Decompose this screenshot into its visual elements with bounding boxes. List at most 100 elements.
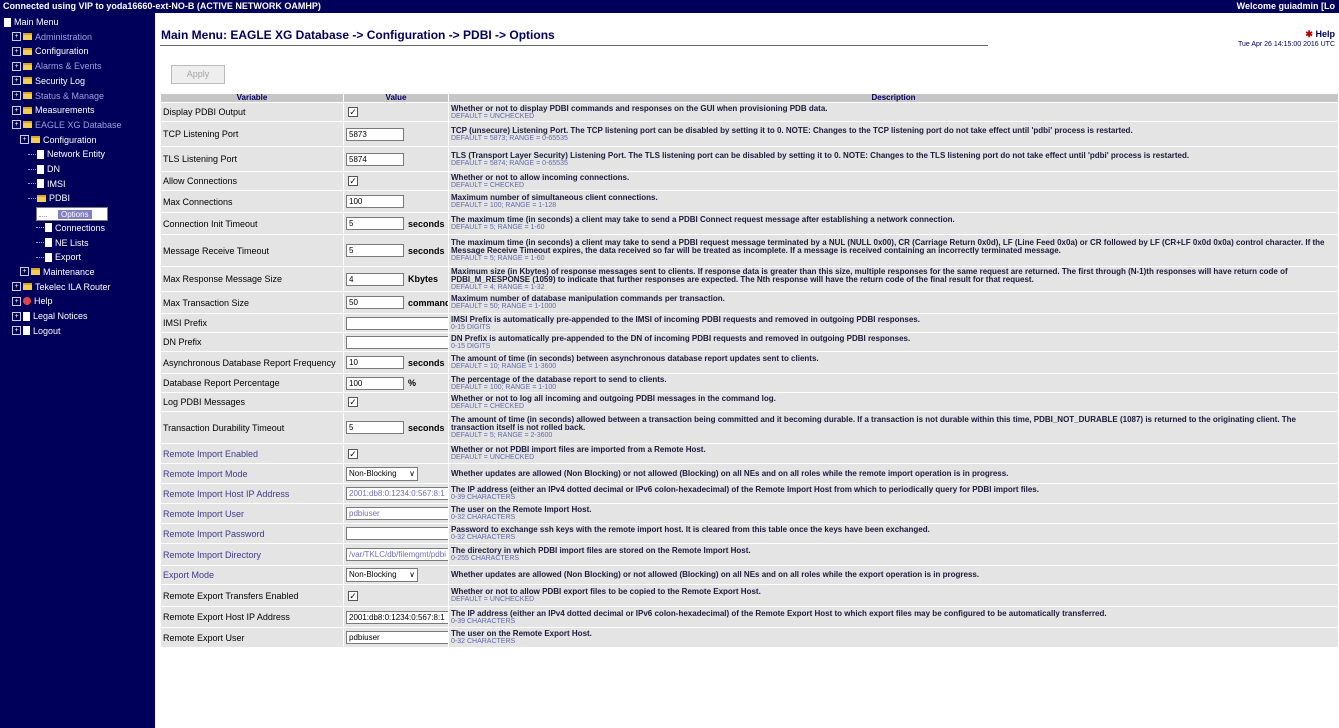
value-cell: 4 Kbytes [344,267,448,291]
sidebar-item[interactable]: + Security Log [12,75,85,87]
expand-toggle-icon[interactable]: + [12,120,21,130]
description-cell: The user on the Remote Import Host. 0-32 … [449,504,1338,523]
tree-connector [36,256,44,258]
description-text: The directory in which PDBI import files… [451,546,751,555]
option-checkbox[interactable]: ✓ [348,448,358,459]
apply-button[interactable]: Apply [171,65,225,84]
sidebar-item[interactable]: PDBI [28,192,70,204]
description-cell: The directory in which PDBI import files… [449,544,1338,565]
description-default: DEFAULT = 5; RANGE = 2-3600 [451,432,553,439]
option-input[interactable]: 100 [346,195,404,208]
description-default: DEFAULT = 5; RANGE = 1-60 [451,224,545,231]
table-header-row: Variable Value Description [161,94,1338,102]
table-row: Message Receive Timeout 5 seconds The maxim… [161,235,1338,266]
sidebar-item[interactable]: + Measurements [12,104,95,116]
option-input[interactable] [346,335,448,349]
page-icon [37,149,44,159]
option-input[interactable]: 2001:db8:0:1234:0:567:8:1 [346,487,448,500]
column-header-value: Value [344,94,448,102]
expand-toggle-icon[interactable]: + [12,296,21,306]
sidebar-item[interactable]: + Status & Manage [12,90,104,102]
variable-name: Remote Import Directory [161,544,343,565]
description-text: Whether or not to allow incoming connect… [451,172,630,182]
variable-name: DN Prefix [161,333,343,351]
sidebar-item[interactable]: + Configuration [20,134,97,146]
sidebar-item-label: Security Log [35,75,86,86]
table-row: Remote Import Mode Non-Blocking ∨ Whether u… [161,464,1338,483]
option-select[interactable]: Non-Blocking ∨ [346,568,418,582]
expand-toggle-icon[interactable]: + [20,135,29,145]
expand-toggle-icon[interactable]: + [12,61,21,71]
option-input[interactable]: 2001:db8:0:1234:0:567:8:1 [346,610,448,624]
description-text: Whether or not to display PDBI commands … [451,103,828,113]
sidebar-item[interactable]: + Alarms & Events [12,60,102,72]
sidebar-item-label: Help [34,296,53,307]
sidebar-item[interactable]: NE Lists [36,237,89,249]
table-row: Remote Export Host IP Address 2001:db8:0:… [161,607,1338,627]
option-input[interactable]: 5873 [346,127,404,141]
sidebar-item[interactable]: Options [36,207,108,222]
sidebar-item[interactable]: IMSI [28,178,66,190]
expand-toggle-icon[interactable]: + [12,76,21,86]
unit-label: seconds [408,218,445,229]
expand-toggle-icon[interactable]: + [12,311,21,321]
option-input[interactable] [346,527,448,540]
option-select[interactable]: Non-Blocking ∨ [346,466,418,481]
expand-toggle-icon[interactable]: + [12,105,21,115]
folder-icon [23,92,32,99]
option-checkbox[interactable]: ✓ [348,590,358,601]
expand-toggle-icon[interactable]: + [12,282,21,292]
sidebar-item[interactable]: + Maintenance [20,266,95,278]
sidebar-item[interactable]: + Tekelec ILA Router [12,281,111,293]
help-link[interactable]: ✱ Help [1305,29,1335,40]
option-input[interactable]: 100 [346,376,404,390]
expand-toggle-icon[interactable]: + [12,32,21,42]
description-text: The IP address (either an IPv4 dotted de… [451,608,1107,618]
sidebar-item[interactable]: Export [36,251,81,263]
expand-toggle-icon[interactable]: + [20,267,29,277]
sidebar-item[interactable]: + Administration [12,31,92,43]
description-text: The amount of time (in seconds) allowed … [451,415,1296,432]
sidebar-item-label: IMSI [47,178,66,189]
connection-status: Connected using VIP to yoda16660-ext-NO-… [3,1,321,11]
sidebar-item[interactable]: + Legal Notices [12,310,88,322]
option-input[interactable]: /var/TKLC/db/filemgmt/pdbi [346,548,448,561]
option-input[interactable]: pdbiuser [346,507,448,520]
option-checkbox[interactable]: ✓ [348,176,358,187]
option-input[interactable] [346,316,448,330]
sidebar-item[interactable]: Network Entity [28,148,105,160]
option-input[interactable]: 10 [346,356,404,369]
option-input[interactable]: 4 [346,272,404,286]
unit-label: seconds [408,422,445,433]
sidebar-item-label: PDBI [49,193,71,204]
description-cell: DN Prefix is automatically pre-appended … [449,333,1338,351]
description-cell: Whether updates are allowed (Non Blockin… [449,566,1338,584]
option-input[interactable]: 50 [346,296,404,309]
sidebar-item[interactable]: + EAGLE XG Database [12,119,122,131]
expand-toggle-icon[interactable]: + [12,46,21,56]
description-text: Whether updates are allowed (Non Blockin… [451,570,980,579]
sidebar-item-label: Status & Manage [35,90,105,101]
option-input[interactable]: 5 [346,217,404,230]
expand-toggle-icon[interactable]: + [12,91,21,100]
sidebar-item[interactable]: Main Menu [4,16,59,28]
sidebar-item[interactable]: Connections [36,222,105,234]
option-input[interactable]: 5 [346,421,404,434]
help-label[interactable]: Help [1315,29,1335,39]
sidebar-item[interactable]: + Help [12,295,53,307]
table-row: Remote Import Password Password to exchan… [161,524,1338,543]
value-cell: 5 seconds [344,213,448,234]
expand-toggle-icon[interactable]: + [12,326,21,336]
description-cell: Password to exchange ssh keys with the r… [449,524,1338,543]
option-input[interactable]: pdbiuser [346,631,448,644]
option-input[interactable]: 5874 [346,152,404,166]
option-checkbox[interactable]: ✓ [348,107,358,118]
description-default: 0-32 CHARACTERS [451,534,516,541]
option-input[interactable]: 5 [346,244,404,257]
option-checkbox[interactable]: ✓ [348,397,358,408]
folder-icon [23,62,32,70]
sidebar-item[interactable]: DN [28,163,60,175]
description-default: DEFAULT = 10; RANGE = 1-3600 [451,363,557,370]
sidebar-item[interactable]: + Configuration [12,45,89,57]
sidebar-item[interactable]: + Logout [12,325,61,337]
